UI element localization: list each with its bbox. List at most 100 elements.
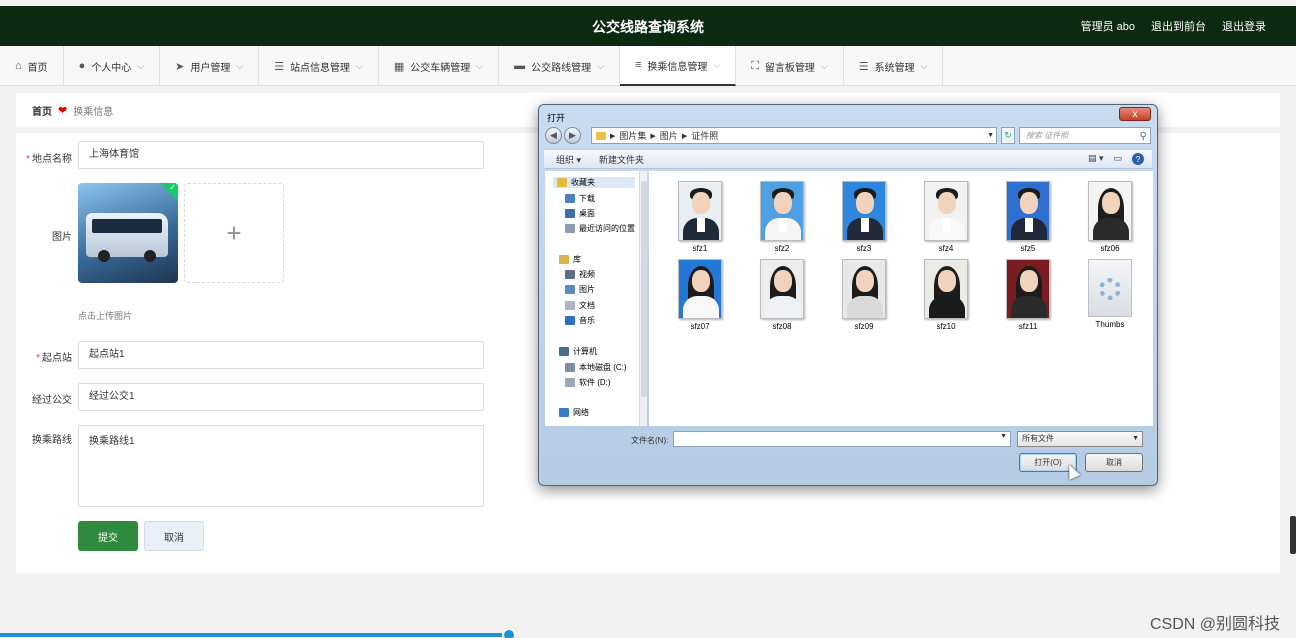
- location-input[interactable]: 上海体育馆: [78, 141, 484, 169]
- upload-hint: 点击上传图片: [78, 311, 133, 321]
- file-name: sfz4: [938, 244, 954, 253]
- file-item[interactable]: sfz10: [911, 259, 981, 331]
- nav-item-label: 公交路线管理: [531, 62, 592, 74]
- exit-to-front-link[interactable]: 退出到前台: [1151, 18, 1206, 34]
- file-item[interactable]: Thumbs: [1075, 259, 1145, 329]
- chevron-down-icon: ⌵: [236, 60, 244, 71]
- file-type-select[interactable]: 所有文件 ▼: [1017, 431, 1143, 447]
- file-item[interactable]: sfz06: [1075, 181, 1145, 253]
- breadcrumb-current: 换乘信息: [73, 106, 114, 118]
- file-name: sfz09: [854, 322, 874, 331]
- start-station-input[interactable]: 起点站1: [78, 341, 484, 369]
- nav-item[interactable]: ● 个人中心 ⌵: [64, 46, 161, 86]
- nav-tree-label: 桌面: [579, 209, 595, 218]
- nav-tree-item[interactable]: 本地磁盘 (C:): [565, 362, 627, 373]
- file-name: sfz07: [690, 322, 710, 331]
- search-placeholder: 搜索 证件照: [1026, 131, 1069, 140]
- photo-thumbnail: [924, 181, 968, 241]
- chevron-right-icon: ▶: [650, 132, 656, 140]
- music-icon: [565, 316, 575, 325]
- file-item[interactable]: sfz07: [665, 259, 735, 331]
- nav-item[interactable]: ➤ 用户管理 ⌵: [160, 46, 260, 86]
- nav-tree-item[interactable]: 收藏夹: [553, 177, 635, 188]
- file-item[interactable]: sfz1: [665, 181, 735, 253]
- navigation-scrollbar[interactable]: [639, 171, 647, 426]
- nav-item[interactable]: ▦ 公交车辆管理 ⌵: [379, 46, 500, 86]
- dialog-close-button[interactable]: x: [1119, 107, 1151, 121]
- horizontal-scrollbar[interactable]: [0, 633, 510, 637]
- nav-tree-item[interactable]: 视频: [565, 269, 595, 280]
- system-file-icon: [1088, 259, 1132, 317]
- search-box[interactable]: 搜索 证件照 ⚲: [1019, 127, 1151, 144]
- file-item[interactable]: sfz11: [993, 259, 1063, 331]
- nav-item[interactable]: ≡ 换乘信息管理 ⌵: [619, 46, 737, 86]
- nav-tree-item[interactable]: 最近访问的位置: [565, 223, 635, 234]
- file-item[interactable]: sfz2: [747, 181, 817, 253]
- sliders-icon: ≡: [634, 59, 642, 71]
- cancel-button[interactable]: 取消: [144, 521, 204, 551]
- file-name: sfz2: [774, 244, 790, 253]
- new-folder-button[interactable]: 新建文件夹: [599, 153, 644, 166]
- file-name: sfz5: [1020, 244, 1036, 253]
- view-options-icon[interactable]: ▤ ▾: [1088, 153, 1104, 165]
- submit-button[interactable]: 提交: [78, 521, 138, 551]
- path-segment[interactable]: 证件照: [691, 129, 718, 142]
- uploaded-bus-image[interactable]: ✓: [78, 183, 178, 283]
- vertical-scrollbar[interactable]: [1290, 516, 1296, 554]
- preview-pane-icon[interactable]: ▭: [1113, 153, 1122, 165]
- nav-tree-item[interactable]: 音乐: [565, 315, 595, 326]
- refresh-icon: ↻: [1004, 130, 1012, 140]
- nav-tree-item[interactable]: 图片: [565, 284, 595, 295]
- back-arrow-icon: ◀: [550, 130, 557, 140]
- forward-button[interactable]: ▶: [564, 127, 581, 144]
- bus-input[interactable]: 经过公交1: [78, 383, 484, 411]
- nav-tree-item[interactable]: 库: [559, 254, 581, 265]
- path-segment[interactable]: 图片集: [619, 129, 646, 142]
- file-name: sfz11: [1018, 322, 1038, 331]
- path-segment[interactable]: 图片: [660, 129, 678, 142]
- breadcrumb-home[interactable]: 首页: [32, 103, 52, 118]
- logout-link[interactable]: 退出登录: [1222, 18, 1266, 34]
- nav-item[interactable]: ▬ 公交路线管理 ⌵: [499, 46, 620, 86]
- photo-thumbnail: [924, 259, 968, 319]
- admin-user-label: 管理员 abo: [1080, 21, 1135, 33]
- organize-menu[interactable]: 组织 ▾: [556, 153, 581, 166]
- recent-icon: [565, 224, 575, 233]
- nav-tree-item[interactable]: 桌面: [565, 208, 595, 219]
- nav-item[interactable]: ☰ 站点信息管理 ⌵: [259, 46, 379, 86]
- dialog-cancel-button[interactable]: 取消: [1085, 453, 1143, 472]
- filename-input[interactable]: ▼: [673, 431, 1011, 447]
- file-item[interactable]: sfz5: [993, 181, 1063, 253]
- help-icon[interactable]: ?: [1132, 153, 1144, 165]
- upload-plus-button[interactable]: +: [184, 183, 284, 283]
- nav-item[interactable]: ☰ 系统管理 ⌵: [844, 46, 944, 86]
- nav-tree-label: 网络: [573, 408, 589, 417]
- refresh-button[interactable]: ↻: [1001, 127, 1015, 144]
- dialog-title: 打开: [547, 113, 566, 123]
- file-item[interactable]: sfz09: [829, 259, 899, 331]
- file-item[interactable]: sfz4: [911, 181, 981, 253]
- dialog-bottom: 文件名(N): ▼ 所有文件 ▼ 打开(O) 取消: [545, 427, 1153, 479]
- nav-tree-item[interactable]: 文档: [565, 300, 595, 311]
- nav-tree-label: 最近访问的位置: [579, 224, 635, 233]
- dropdown-arrow-icon[interactable]: ▼: [987, 132, 994, 139]
- network-icon: [559, 408, 569, 417]
- start-station-label: * 起点站: [36, 353, 72, 364]
- nav-tree-item[interactable]: 下载: [565, 193, 595, 204]
- dropdown-arrow-icon[interactable]: ▼: [1000, 433, 1007, 440]
- nav-tree-label: 下载: [579, 194, 595, 203]
- nav-tree-item[interactable]: 网络: [559, 407, 589, 418]
- route-textarea[interactable]: 换乘路线1: [78, 425, 484, 507]
- nav-tree-item[interactable]: 软件 (D:): [565, 377, 611, 388]
- chevron-down-icon: ⌵: [476, 60, 484, 71]
- file-item[interactable]: sfz08: [747, 259, 817, 331]
- address-bar[interactable]: ▶ 图片集 ▶ 图片 ▶ 证件照 ▼: [591, 127, 997, 144]
- nav-tree-label: 软件 (D:): [579, 378, 611, 387]
- back-button[interactable]: ◀: [545, 127, 562, 144]
- nav-item[interactable]: ⛶ 留言板管理 ⌵: [736, 46, 844, 86]
- scrollbar-knob[interactable]: [502, 628, 516, 638]
- nav-tree-item[interactable]: 计算机: [559, 346, 597, 357]
- nav-item-label: 站点信息管理: [290, 62, 351, 74]
- nav-item[interactable]: ⌂ 首页: [0, 46, 64, 86]
- file-item[interactable]: sfz3: [829, 181, 899, 253]
